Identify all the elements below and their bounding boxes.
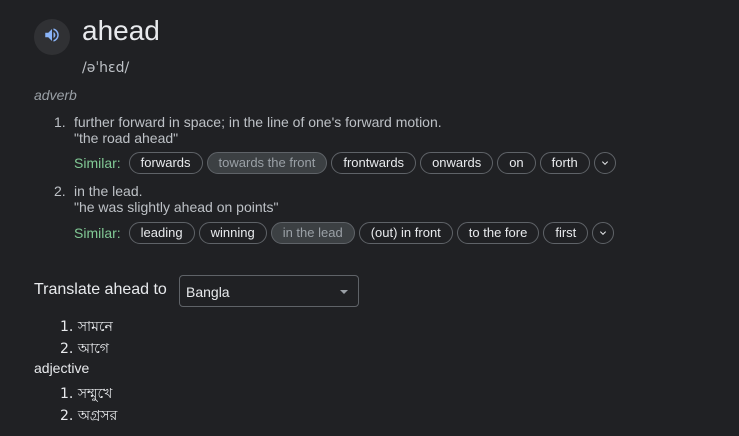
language-select[interactable]: Bangla bbox=[179, 275, 359, 307]
translation-item: 2. আগে bbox=[60, 337, 109, 361]
sense-example: "the road ahead" bbox=[74, 130, 179, 146]
sense-example: "he was slightly ahead on points" bbox=[74, 199, 279, 215]
synonym-chip[interactable]: frontwards bbox=[331, 152, 417, 174]
translation-text: সম্মুখে bbox=[77, 386, 113, 402]
translation-number: 1. bbox=[60, 319, 74, 335]
translation-item: 1. সম্মুখে bbox=[60, 382, 112, 406]
sense-number: 2. bbox=[54, 183, 66, 199]
synonym-chip[interactable]: (out) in front bbox=[358, 222, 453, 244]
similar-row-2: Similar: leading winning in the lead (ou… bbox=[74, 221, 615, 245]
similar-label: Similar: bbox=[74, 225, 121, 241]
expand-similar-button[interactable] bbox=[593, 152, 616, 174]
translation-item: 2. অগ্রসর bbox=[60, 404, 117, 428]
translation-number: 1. bbox=[60, 386, 74, 402]
translation-number: 2. bbox=[60, 408, 74, 424]
chevron-down-icon bbox=[601, 161, 608, 165]
chevron-down-icon bbox=[600, 231, 607, 235]
sense-definition: further forward in space; in the line of… bbox=[74, 114, 442, 130]
synonym-chip[interactable]: winning bbox=[198, 222, 267, 244]
similar-row-1: Similar: forwards towards the front fron… bbox=[74, 151, 616, 175]
synonym-chip[interactable]: leading bbox=[128, 222, 195, 244]
dropdown-caret-icon bbox=[340, 290, 348, 294]
translation-part-of-speech: adjective bbox=[34, 360, 90, 376]
translation-number: 2. bbox=[60, 341, 74, 357]
part-of-speech: adverb bbox=[34, 87, 77, 103]
translation-text: সামনে bbox=[77, 319, 113, 335]
phonetic-transcription: /əˈhɛd/ bbox=[82, 60, 130, 76]
synonym-chip[interactable]: forth bbox=[539, 152, 590, 174]
headword: ahead bbox=[82, 15, 160, 46]
synonym-chip[interactable]: forwards bbox=[128, 152, 203, 174]
sense-definition: in the lead. bbox=[74, 183, 143, 199]
similar-label: Similar: bbox=[74, 155, 121, 171]
synonym-chip[interactable]: on bbox=[497, 152, 536, 174]
volume-icon bbox=[43, 26, 61, 49]
selected-language: Bangla bbox=[186, 284, 230, 300]
synonym-chip-highlighted[interactable]: in the lead bbox=[270, 222, 355, 244]
synonym-chip[interactable]: to the fore bbox=[456, 222, 540, 244]
sense-number: 1. bbox=[54, 114, 66, 130]
translation-item: 1. সামনে bbox=[60, 315, 113, 339]
translation-text: আগে bbox=[77, 341, 109, 357]
pronunciation-button[interactable] bbox=[34, 19, 70, 55]
synonym-chip[interactable]: first bbox=[543, 222, 589, 244]
translation-text: অগ্রসর bbox=[77, 408, 118, 424]
synonym-chip-highlighted[interactable]: towards the front bbox=[206, 152, 328, 174]
translate-label: Translate ahead to bbox=[34, 281, 167, 298]
synonym-chip[interactable]: onwards bbox=[420, 152, 494, 174]
expand-similar-button[interactable] bbox=[592, 222, 615, 244]
